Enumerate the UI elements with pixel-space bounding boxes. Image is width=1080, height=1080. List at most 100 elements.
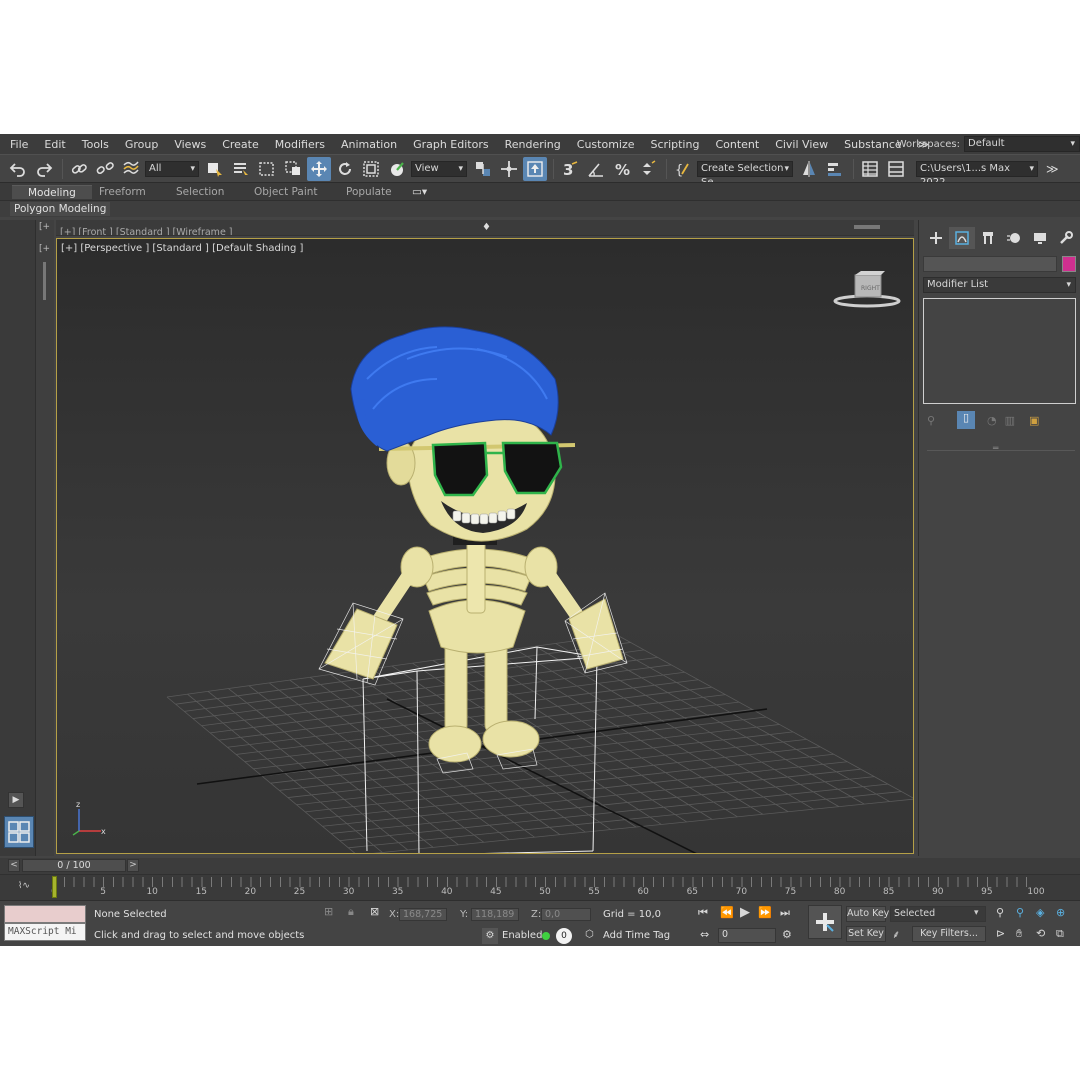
redo-button[interactable] <box>32 157 56 181</box>
viewcube[interactable]: RIGHT <box>833 271 901 308</box>
current-frame-field[interactable]: 0 <box>718 928 776 943</box>
use-pivot-center-button[interactable] <box>471 157 495 181</box>
select-by-name-button[interactable] <box>229 157 253 181</box>
play-icon[interactable]: ▶ <box>740 905 750 920</box>
remove-modifier-icon[interactable]: ▥ <box>1005 414 1015 427</box>
create-tab[interactable] <box>923 227 949 249</box>
ribbon-tab-selection[interactable]: Selection <box>176 185 224 199</box>
menu-edit[interactable]: Edit <box>36 138 73 151</box>
pin-stack-icon[interactable]: ⚲ <box>927 414 947 427</box>
time-slider[interactable]: < 0 / 100 > <box>0 858 1080 874</box>
select-and-move-button[interactable] <box>307 156 331 181</box>
toolbar-more-icon[interactable]: ≫ <box>1042 162 1063 176</box>
menu-modifiers[interactable]: Modifiers <box>267 138 333 151</box>
select-object-button[interactable] <box>203 157 227 181</box>
ribbon-tab-modeling[interactable]: Modeling <box>12 185 92 199</box>
menu-rendering[interactable]: Rendering <box>497 138 569 151</box>
bind-space-warp-button[interactable] <box>119 157 143 181</box>
menu-file[interactable]: File <box>0 138 36 151</box>
expand-layouts-button[interactable]: ▶ <box>8 792 24 808</box>
make-unique-icon[interactable]: ◔ <box>987 414 997 427</box>
set-key-button[interactable]: Set Key <box>846 926 886 942</box>
maxscript-listener-input[interactable]: MAXScript Mi <box>4 923 86 941</box>
modifier-stack[interactable] <box>923 298 1076 404</box>
menu-graph-editors[interactable]: Graph Editors <box>405 138 497 151</box>
menu-animation[interactable]: Animation <box>333 138 405 151</box>
curve-editor-icon[interactable]: ⌇∿ <box>18 881 30 891</box>
time-slider-frame[interactable]: 0 / 100 <box>22 859 126 872</box>
adaptive-degradation-icon[interactable]: ⚙ <box>482 928 498 944</box>
key-filters-button[interactable]: Key Filters... <box>912 926 986 942</box>
select-manipulate-button[interactable] <box>497 157 521 181</box>
y-coordinate-field[interactable]: 118,189 <box>471 908 519 921</box>
menu-tools[interactable]: Tools <box>74 138 117 151</box>
track-cursor[interactable] <box>52 876 57 898</box>
menu-group[interactable]: Group <box>117 138 167 151</box>
show-end-result-icon[interactable]: ▯ <box>957 411 975 429</box>
select-and-place-button[interactable] <box>385 157 409 181</box>
viewport-menu-icon[interactable]: [+ <box>39 222 50 232</box>
key-mode-dropdown[interactable]: Selected <box>890 906 986 922</box>
motion-tab[interactable] <box>1001 227 1027 249</box>
menu-scripting[interactable]: Scripting <box>643 138 708 151</box>
absolute-mode-icon[interactable]: ⊠ <box>370 905 379 918</box>
maximize-viewport-icon[interactable]: ⧉ <box>1056 927 1064 941</box>
menu-customize[interactable]: Customize <box>569 138 643 151</box>
angle-snap-button[interactable] <box>584 157 608 181</box>
window-crossing-button[interactable] <box>281 157 305 181</box>
edit-named-selection-button[interactable]: { <box>671 157 695 181</box>
spinner-snap-button[interactable] <box>636 157 660 181</box>
next-frame-icon[interactable]: ⏩ <box>758 906 772 919</box>
rectangular-selection-button[interactable] <box>255 157 279 181</box>
mirror-button[interactable] <box>797 157 821 181</box>
hierarchy-tab[interactable] <box>975 227 1001 249</box>
polygon-modeling-panel[interactable]: Polygon Modeling <box>10 202 111 216</box>
zoom-icon[interactable]: ⚲ <box>996 906 1004 919</box>
z-coordinate-field[interactable]: 0,0 <box>541 908 591 921</box>
menu-content[interactable]: Content <box>707 138 767 151</box>
object-name-field[interactable] <box>923 256 1057 272</box>
zoom-extents-all-icon[interactable]: ⊕ <box>1056 906 1065 919</box>
front-viewport-viewcube[interactable] <box>854 225 880 229</box>
auto-key-button[interactable]: Auto Key <box>846 906 889 922</box>
default-in-out-tangents-icon[interactable]: ⸙ <box>892 927 900 942</box>
object-color-swatch[interactable] <box>1062 256 1076 272</box>
utilities-tab[interactable] <box>1053 227 1079 249</box>
time-configuration-icon[interactable]: ⚙ <box>782 928 792 941</box>
previous-frame-icon[interactable]: ⏪ <box>720 906 734 919</box>
rollout-grip-icon[interactable]: ═ <box>993 444 998 454</box>
ribbon-tab-populate[interactable]: Populate <box>346 185 392 199</box>
time-slider-prev-button[interactable]: < <box>8 859 20 872</box>
modifier-list-dropdown[interactable]: Modifier List <box>923 277 1076 293</box>
x-coordinate-field[interactable]: 168,725 <box>399 908 447 921</box>
orbit-icon[interactable]: ⟲ <box>1036 927 1045 940</box>
menu-create[interactable]: Create <box>214 138 267 151</box>
isolate-selection-icon[interactable]: ⊞ <box>324 905 333 918</box>
scene-explorer-button[interactable] <box>858 157 882 181</box>
link-button[interactable] <box>67 157 91 181</box>
select-and-rotate-button[interactable] <box>333 157 357 181</box>
enabled-count[interactable]: 0 <box>556 928 572 944</box>
perspective-viewport[interactable]: [+] [Perspective ] [Standard ] [Default … <box>56 238 914 854</box>
time-tag-icon[interactable]: ⬡ <box>585 929 594 940</box>
ribbon-options-icon[interactable]: ▭▾ <box>412 185 427 199</box>
reference-coordinate-dropdown[interactable]: View <box>411 160 467 177</box>
viewport-menu-icon[interactable]: [+ <box>39 244 50 254</box>
zoom-extents-icon[interactable]: ◈ <box>1036 906 1044 919</box>
ribbon-tab-freeform[interactable]: Freeform <box>99 185 146 199</box>
viewport-layout-button[interactable] <box>4 816 34 848</box>
viewport-slider[interactable] <box>43 262 46 300</box>
layer-explorer-button[interactable] <box>884 157 908 181</box>
add-time-tag[interactable]: Add Time Tag <box>603 930 670 941</box>
align-button[interactable] <box>823 157 847 181</box>
time-slider-next-button[interactable]: > <box>127 859 139 872</box>
go-to-start-icon[interactable]: ⏮ <box>698 906 708 920</box>
workspaces-dropdown[interactable]: Default <box>964 136 1080 152</box>
key-mode-toggle-icon[interactable]: ⇔ <box>700 928 709 941</box>
pan-hand-icon[interactable]: ✋︎ <box>1016 927 1022 941</box>
selection-filter-dropdown[interactable]: All <box>145 160 199 177</box>
snaps-toggle-button[interactable]: 3 <box>558 157 582 181</box>
set-keys-button[interactable] <box>808 905 842 939</box>
zoom-all-icon[interactable]: ⚲ <box>1016 906 1024 919</box>
ribbon-tab-object-paint[interactable]: Object Paint <box>254 185 318 199</box>
